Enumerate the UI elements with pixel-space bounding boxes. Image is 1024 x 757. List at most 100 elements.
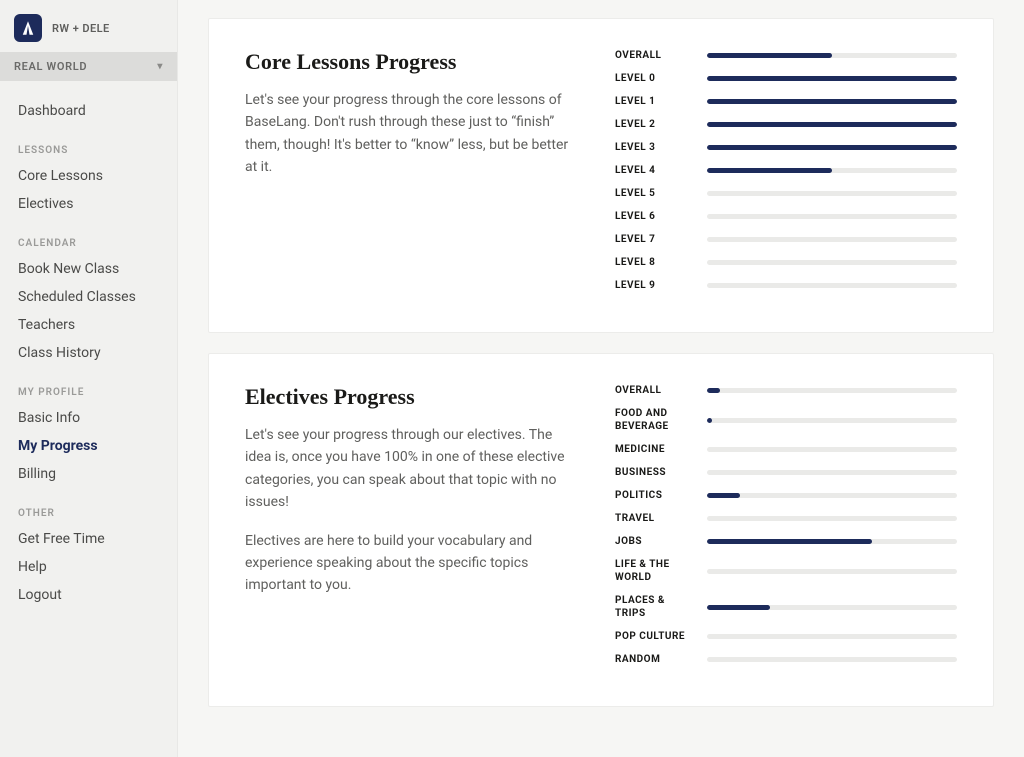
progress-bar-fill	[707, 605, 770, 610]
metric-label: LEVEL 3	[615, 141, 693, 154]
card-description: Let's see your progress through our elec…	[245, 424, 575, 514]
sidebar-item-my-progress[interactable]: My Progress	[14, 432, 163, 460]
metric-row: OVERALL	[615, 49, 957, 62]
progress-bar-fill	[707, 145, 957, 150]
metric-label: LEVEL 1	[615, 95, 693, 108]
progress-bar-fill	[707, 539, 872, 544]
card-description: Electives are here to build your vocabul…	[245, 530, 575, 597]
sidebar-item-get-free-time[interactable]: Get Free Time	[14, 525, 163, 553]
progress-bar	[707, 493, 957, 498]
metric-row: LEVEL 3	[615, 141, 957, 154]
metric-row: PLACES & TRIPS	[615, 594, 957, 620]
sidebar: RW + DELE REAL WORLD ▾ DashboardLESSONSC…	[0, 0, 178, 757]
sidebar-item-basic-info[interactable]: Basic Info	[14, 404, 163, 432]
metric-row: LEVEL 7	[615, 233, 957, 246]
program-selector-label: REAL WORLD	[14, 60, 87, 73]
sidebar-item-billing[interactable]: Billing	[14, 460, 163, 488]
sidebar-item-logout[interactable]: Logout	[14, 581, 163, 609]
card-left: Electives Progress Let's see your progres…	[245, 384, 575, 676]
metric-label: TRAVEL	[615, 512, 693, 525]
progress-card: Electives Progress Let's see your progres…	[208, 353, 994, 707]
metric-label: LIFE & THE WORLD	[615, 558, 693, 584]
metric-label: POP CULTURE	[615, 630, 693, 643]
sidebar-item-electives[interactable]: Electives	[14, 190, 163, 218]
progress-bar	[707, 122, 957, 127]
sidebar-item-help[interactable]: Help	[14, 553, 163, 581]
sidebar-heading: CALENDAR	[14, 238, 163, 255]
sidebar-section: MY PROFILEBasic InfoMy ProgressBilling	[0, 371, 177, 492]
logo-icon	[14, 14, 42, 42]
metric-row: JOBS	[615, 535, 957, 548]
metric-row: BUSINESS	[615, 466, 957, 479]
metric-row: LEVEL 0	[615, 72, 957, 85]
metric-label: MEDICINE	[615, 443, 693, 456]
metric-row: RANDOM	[615, 653, 957, 666]
metric-label: LEVEL 4	[615, 164, 693, 177]
metric-row: LEVEL 1	[615, 95, 957, 108]
metric-label: LEVEL 5	[615, 187, 693, 200]
metric-row: TRAVEL	[615, 512, 957, 525]
metric-label: PLACES & TRIPS	[615, 594, 693, 620]
sidebar-item-core-lessons[interactable]: Core Lessons	[14, 162, 163, 190]
progress-bar-fill	[707, 493, 740, 498]
metric-label: LEVEL 7	[615, 233, 693, 246]
sidebar-heading: LESSONS	[14, 145, 163, 162]
progress-bar	[707, 388, 957, 393]
progress-bar	[707, 605, 957, 610]
metric-row: LEVEL 8	[615, 256, 957, 269]
metric-row: POP CULTURE	[615, 630, 957, 643]
progress-bar-fill	[707, 99, 957, 104]
sidebar-heading: OTHER	[14, 508, 163, 525]
metric-label: LEVEL 6	[615, 210, 693, 223]
progress-bar	[707, 447, 957, 452]
progress-bar-fill	[707, 418, 712, 423]
progress-bar	[707, 283, 957, 288]
metric-row: LEVEL 4	[615, 164, 957, 177]
progress-bar-fill	[707, 122, 957, 127]
card-metrics: OVERALL FOOD AND BEVERAGE MEDICINE BUSINESS…	[615, 384, 957, 676]
sidebar-item-teachers[interactable]: Teachers	[14, 311, 163, 339]
chevron-down-icon: ▾	[157, 61, 163, 72]
card-description: Let's see your progress through the core…	[245, 89, 575, 179]
card-left: Core Lessons Progress Let's see your prog…	[245, 49, 575, 302]
sidebar-item-class-history[interactable]: Class History	[14, 339, 163, 367]
progress-bar	[707, 53, 957, 58]
sidebar-item-book-new-class[interactable]: Book New Class	[14, 255, 163, 283]
progress-bar	[707, 470, 957, 475]
progress-bar	[707, 168, 957, 173]
metric-row: LIFE & THE WORLD	[615, 558, 957, 584]
metric-label: LEVEL 9	[615, 279, 693, 292]
metric-label: OVERALL	[615, 384, 693, 397]
metric-row: FOOD AND BEVERAGE	[615, 407, 957, 433]
metric-row: LEVEL 5	[615, 187, 957, 200]
progress-bar	[707, 569, 957, 574]
progress-card: Core Lessons Progress Let's see your prog…	[208, 18, 994, 333]
metric-label: JOBS	[615, 535, 693, 548]
progress-bar	[707, 237, 957, 242]
metric-label: POLITICS	[615, 489, 693, 502]
program-selector[interactable]: REAL WORLD ▾	[0, 52, 177, 81]
progress-bar-fill	[707, 76, 957, 81]
progress-bar	[707, 657, 957, 662]
sidebar-item-dashboard[interactable]: Dashboard	[14, 97, 163, 125]
sidebar-section: OTHERGet Free TimeHelpLogout	[0, 492, 177, 613]
sidebar-item-scheduled-classes[interactable]: Scheduled Classes	[14, 283, 163, 311]
sidebar-section: LESSONSCore LessonsElectives	[0, 129, 177, 222]
metric-label: LEVEL 0	[615, 72, 693, 85]
metric-label: RANDOM	[615, 653, 693, 666]
metric-row: POLITICS	[615, 489, 957, 502]
progress-bar-fill	[707, 53, 832, 58]
progress-bar	[707, 634, 957, 639]
metric-label: BUSINESS	[615, 466, 693, 479]
card-title: Core Lessons Progress	[245, 49, 575, 75]
metric-label: FOOD AND BEVERAGE	[615, 407, 693, 433]
metric-label: LEVEL 8	[615, 256, 693, 269]
brand-row: RW + DELE	[0, 0, 177, 52]
progress-bar-fill	[707, 168, 832, 173]
metric-row: MEDICINE	[615, 443, 957, 456]
metric-row: OVERALL	[615, 384, 957, 397]
card-title: Electives Progress	[245, 384, 575, 410]
brand-label: RW + DELE	[52, 22, 110, 35]
progress-bar	[707, 99, 957, 104]
sidebar-section: CALENDARBook New ClassScheduled ClassesT…	[0, 222, 177, 371]
